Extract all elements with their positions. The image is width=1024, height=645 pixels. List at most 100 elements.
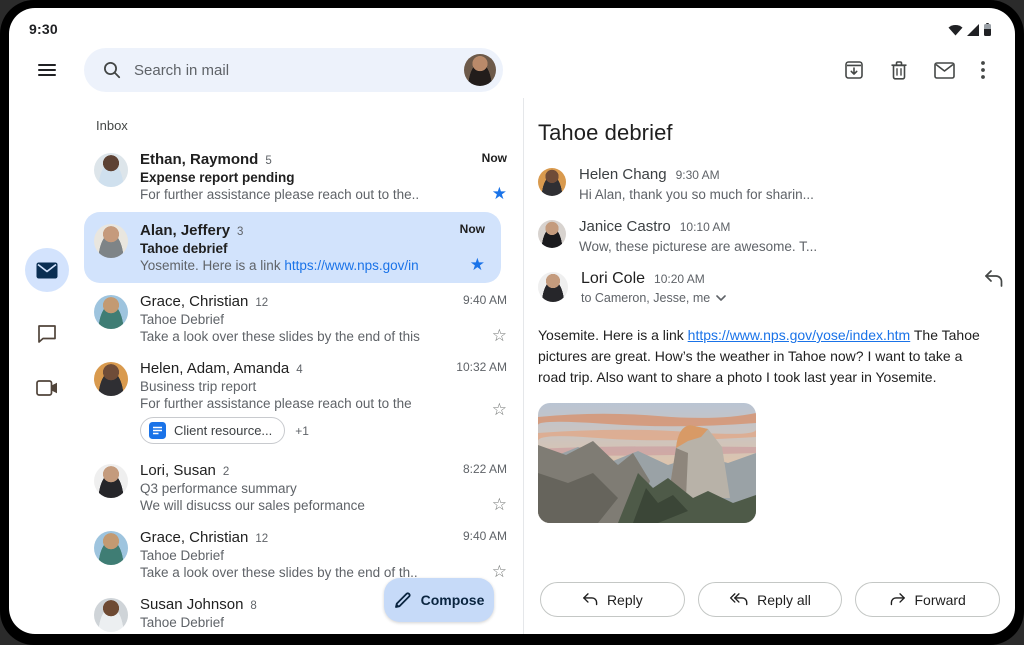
nav-chat-tab[interactable]	[35, 322, 59, 346]
sender-name: Grace, Christian	[140, 293, 248, 310]
cellular-icon	[967, 24, 980, 36]
nav-meet-tab[interactable]	[35, 376, 59, 400]
reply-icon[interactable]	[984, 270, 1003, 292]
email-row[interactable]: Grace, Christian12 Tahoe Debrief Take a …	[84, 285, 523, 352]
thread-count: 8	[250, 600, 256, 612]
reply-arrow-icon	[582, 593, 598, 607]
delete-button[interactable]	[890, 60, 908, 80]
thread-count: 5	[265, 155, 271, 167]
gmail-app-screen: 9:30 Search in mail	[9, 8, 1015, 634]
email-row-selected[interactable]: Alan, Jeffery 3 Tahoe debrief Yosemite. H…	[84, 212, 501, 283]
compose-button[interactable]: Compose	[384, 578, 494, 622]
yosemite-photo[interactable]	[538, 403, 756, 523]
status-time: 9:30	[29, 21, 58, 37]
email-snippet: Yosemite. Here is a link https://www.nps…	[140, 258, 463, 273]
toolbar-actions	[844, 60, 1015, 80]
star-icon[interactable]: ☆	[492, 402, 507, 418]
reply-all-label: Reply all	[757, 592, 811, 608]
sender-avatar	[538, 272, 568, 302]
sender-name: Ethan, Raymond	[140, 151, 258, 168]
sender-name: Susan Johnson	[140, 596, 243, 613]
hamburger-menu-icon[interactable]	[38, 61, 56, 79]
mark-unread-button[interactable]	[934, 62, 955, 79]
sender-name: Lori, Susan	[140, 462, 216, 479]
forward-label: Forward	[915, 592, 966, 608]
message-time: 10:20 AM	[654, 272, 705, 286]
sender-avatar[interactable]	[94, 531, 128, 565]
pencil-icon	[394, 592, 411, 609]
message-time: 10:10 AM	[680, 220, 731, 234]
email-snippet: Take a look over these slides by the end…	[140, 329, 485, 344]
document-icon	[149, 422, 166, 439]
chat-icon	[37, 324, 57, 344]
message-actions: Reply Reply all Forward	[540, 582, 1000, 617]
sender-name: Alan, Jeffery	[140, 222, 230, 239]
email-row[interactable]: Helen, Adam, Amanda4 Business trip repor…	[84, 352, 523, 454]
email-time: 10:32 AM	[456, 360, 507, 374]
email-row[interactable]: Lori, Susan2 Q3 performance summary We w…	[84, 454, 523, 521]
status-icons	[948, 23, 991, 36]
thread-count: 2	[223, 466, 229, 478]
star-icon[interactable]: ☆	[492, 564, 507, 580]
sender-avatar	[538, 168, 566, 196]
message-time: 9:30 AM	[676, 168, 720, 182]
email-subject: Expense report pending	[140, 170, 485, 185]
nav-mail-tab[interactable]	[25, 248, 69, 292]
forward-button[interactable]: Forward	[855, 582, 1000, 617]
sender-avatar[interactable]	[94, 224, 128, 258]
star-icon[interactable]: ★	[470, 257, 485, 273]
star-icon[interactable]: ☆	[492, 328, 507, 344]
recipients-row[interactable]: to Cameron, Jesse, me	[581, 291, 726, 305]
message-sender: Helen Chang	[579, 166, 667, 183]
star-icon[interactable]: ★	[492, 186, 507, 202]
message-snippet: Hi Alan, thank you so much for sharin...	[579, 187, 814, 202]
email-time: Now	[460, 222, 485, 236]
attachment-more-count[interactable]: +1	[295, 424, 309, 438]
collapsed-message[interactable]: Helen Chang 9:30 AM Hi Alan, thank you so…	[538, 166, 1000, 202]
search-bar[interactable]: Search in mail	[84, 48, 503, 92]
reply-label: Reply	[607, 592, 643, 608]
video-camera-icon	[36, 380, 58, 396]
compose-label: Compose	[421, 592, 485, 608]
body-link[interactable]: https://www.nps.gov/yose/index.htm	[688, 327, 911, 343]
wifi-icon	[948, 24, 963, 36]
conversation-list-pane: Inbox Ethan, Raymond 5 Expense report pen…	[84, 98, 523, 634]
tablet-device-frame: 9:30 Search in mail	[0, 0, 1024, 645]
sender-avatar[interactable]	[94, 464, 128, 498]
sender-avatar[interactable]	[94, 362, 128, 396]
reply-button[interactable]: Reply	[540, 582, 685, 617]
nav-rail	[9, 98, 84, 634]
thread-count: 12	[255, 533, 268, 545]
expanded-message-header[interactable]: Lori Cole10:20 AM to Cameron, Jesse, me	[538, 270, 1000, 305]
attachment-chip[interactable]: Client resource...	[140, 417, 285, 444]
email-snippet: We will disucss our sales peformance	[140, 498, 485, 513]
status-bar: 9:30	[9, 8, 1015, 42]
email-subject: Tahoe debrief	[140, 241, 463, 256]
email-row[interactable]: Ethan, Raymond 5 Expense report pending F…	[84, 143, 523, 210]
collapsed-message[interactable]: Janice Castro10:10 AM Wow, these picture…	[538, 218, 1000, 254]
message-sender: Janice Castro	[579, 218, 671, 235]
thread-count: 3	[237, 226, 243, 238]
thread-detail-pane: Tahoe debrief Helen Chang9:30 AM Hi Alan…	[524, 98, 1015, 634]
email-subject: Business trip report	[140, 379, 485, 394]
sender-avatar[interactable]	[94, 295, 128, 329]
reply-all-arrow-icon	[729, 593, 748, 607]
snippet-link: https://www.nps.gov/in	[284, 258, 418, 273]
star-icon[interactable]: ☆	[492, 497, 507, 513]
archive-button[interactable]	[844, 60, 864, 80]
email-snippet: For further assistance please reach out …	[140, 187, 485, 202]
thread-count: 4	[296, 364, 302, 376]
sender-avatar[interactable]	[94, 598, 128, 632]
more-options-icon[interactable]	[981, 61, 985, 79]
message-body: Yosemite. Here is a link https://www.nps…	[538, 325, 990, 388]
forward-arrow-icon	[890, 593, 906, 607]
search-icon	[103, 61, 121, 79]
inbox-label: Inbox	[96, 118, 523, 133]
search-input[interactable]: Search in mail	[134, 62, 464, 79]
account-avatar[interactable]	[464, 54, 496, 86]
chevron-down-icon	[716, 295, 726, 301]
reply-all-button[interactable]: Reply all	[698, 582, 843, 617]
sender-avatar[interactable]	[94, 153, 128, 187]
sender-avatar	[538, 220, 566, 248]
mail-icon	[36, 262, 58, 279]
